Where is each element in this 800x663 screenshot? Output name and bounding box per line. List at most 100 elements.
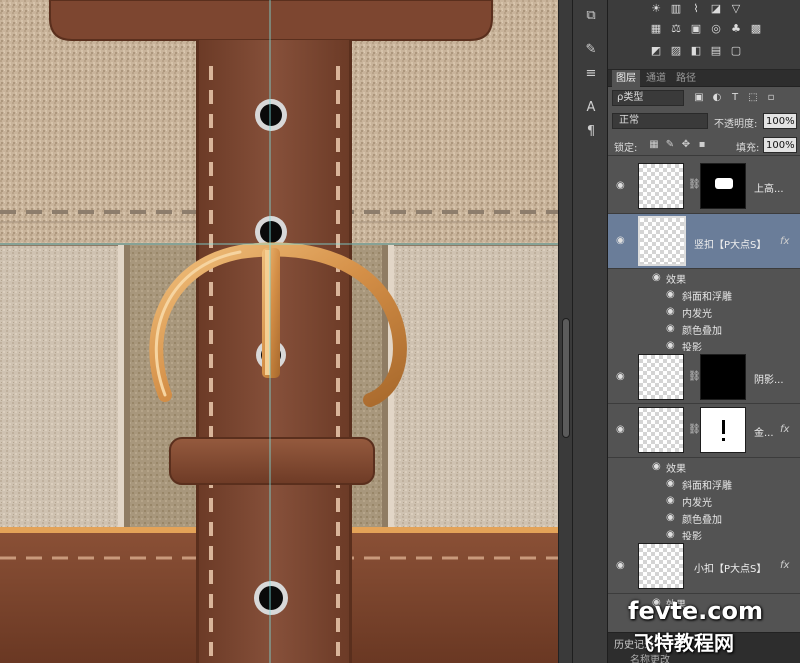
tab-layers[interactable]: 图层	[612, 70, 640, 87]
eye-icon[interactable]: ◉	[652, 273, 666, 283]
layer-mask-thumbnail[interactable]	[700, 163, 746, 209]
canvas-scrollbar[interactable]	[558, 0, 572, 663]
shape-filter-icon[interactable]: ⬚	[746, 91, 760, 105]
eye-icon[interactable]: ◉	[666, 290, 680, 300]
layer-row[interactable]: ◉ ⛓ 阴影...	[608, 351, 800, 404]
eye-icon[interactable]: ◉	[616, 236, 630, 246]
exposure-icon[interactable]: ◪	[708, 2, 724, 16]
adjustment-filter-icon[interactable]: ◐	[710, 91, 724, 105]
smart-object-filter-icon[interactable]: ▫	[764, 91, 778, 105]
eye-icon[interactable]: ◉	[616, 425, 630, 435]
history-item[interactable]: 名称更改	[630, 651, 670, 663]
layer-row[interactable]: ◉ ⛓ 金... fx	[608, 404, 800, 458]
history-panel-icon[interactable]: ⧉	[580, 6, 602, 26]
fx-icon[interactable]: fx	[780, 560, 789, 571]
effect-item[interactable]: ◉ 斜面和浮雕	[608, 475, 800, 493]
gradient-map-icon[interactable]: ▤	[708, 44, 724, 58]
eye-icon[interactable]: ◉	[666, 324, 680, 334]
layers-list: ◉ ⛓ 上高... ◉ 竖扣【P大点S】 fx ◉ 效果 ◉ 斜面和浮雕 ◉ 内…	[608, 157, 800, 630]
layer-row[interactable]: ◉ 小扣【P大点S】 fx	[608, 540, 800, 594]
pixel-filter-icon[interactable]: ▣	[692, 91, 706, 105]
layer-mask-thumbnail[interactable]	[700, 407, 746, 453]
effect-item[interactable]: ◉ 斜面和浮雕	[608, 286, 800, 304]
layers-panel: ☀ ▥ ⌇ ◪ ▽ ▦ ⚖ ▣ ◎ ♣ ▩ ◩ ▨ ◧ ▤ ▢ 图层 通道 路径…	[608, 0, 800, 663]
color-balance-icon[interactable]: ⚖	[668, 22, 684, 36]
layer-name[interactable]: 小扣【P大点S】	[694, 560, 766, 575]
blend-mode-select[interactable]: 正常	[612, 113, 708, 129]
eye-icon[interactable]: ◉	[652, 598, 666, 608]
brush-preset-icon[interactable]: ✎	[580, 40, 602, 60]
channel-mixer-icon[interactable]: ♣	[728, 22, 744, 36]
threshold-icon[interactable]: ◧	[688, 44, 704, 58]
eye-icon[interactable]: ◉	[666, 479, 680, 489]
tab-paths[interactable]: 路径	[672, 70, 700, 87]
filter-row: ρ类型 ▣ ◐ T ⬚ ▫	[608, 87, 800, 109]
effect-item[interactable]: ◉ 颜色叠加	[608, 509, 800, 527]
layer-name[interactable]: 上高...	[754, 180, 784, 195]
lock-position-icon[interactable]: ✥	[680, 139, 692, 151]
layer-row-selected[interactable]: ◉ 竖扣【P大点S】 fx	[608, 214, 800, 269]
filter-kind-select[interactable]: ρ类型	[612, 90, 684, 106]
effect-item[interactable]: ◉ 内发光	[608, 303, 800, 321]
effects-label: 效果	[666, 600, 686, 611]
document-canvas[interactable]	[0, 0, 558, 663]
eye-icon[interactable]: ◉	[666, 513, 680, 523]
hue-sat-icon[interactable]: ▦	[648, 22, 664, 36]
effect-item[interactable]: ◉ 内发光	[608, 492, 800, 510]
effects-label: 效果	[666, 464, 686, 475]
layer-thumbnail	[638, 216, 686, 266]
eye-icon[interactable]: ◉	[616, 372, 630, 382]
effect-label: 斜面和浮雕	[682, 292, 732, 303]
adjustments-panel: ☀ ▥ ⌇ ◪ ▽ ▦ ⚖ ▣ ◎ ♣ ▩ ◩ ▨ ◧ ▤ ▢	[608, 0, 800, 70]
layer-name[interactable]: 金...	[754, 424, 774, 439]
photo-filter-icon[interactable]: ◎	[708, 22, 724, 36]
type-filter-icon[interactable]: T	[728, 91, 742, 105]
layer-name[interactable]: 竖扣【P大点S】	[694, 236, 766, 251]
eye-icon[interactable]: ◉	[666, 341, 680, 351]
layer-mask-thumbnail[interactable]	[700, 354, 746, 400]
paragraph-icon[interactable]: ¶	[580, 122, 602, 142]
eye-icon[interactable]: ◉	[666, 307, 680, 317]
fx-icon[interactable]: fx	[780, 424, 789, 435]
brush-settings-icon[interactable]: ≡	[580, 64, 602, 84]
link-icon[interactable]: ⛓	[688, 424, 701, 435]
history-tab-label[interactable]: 历史记录	[614, 636, 654, 651]
layer-row[interactable]: ◉ ⛓ 上高...	[608, 157, 800, 214]
lock-pixels-icon[interactable]: ✎	[664, 139, 676, 151]
scrollbar-thumb[interactable]	[562, 318, 570, 438]
tab-channels[interactable]: 通道	[642, 70, 670, 87]
curves-icon[interactable]: ⌇	[688, 2, 704, 16]
layer-thumbnail	[638, 163, 684, 209]
effects-label: 效果	[666, 275, 686, 286]
opacity-field[interactable]: 100%	[763, 113, 797, 129]
link-icon[interactable]: ⛓	[688, 179, 701, 190]
eye-icon[interactable]: ◉	[652, 462, 666, 472]
belt-artwork	[0, 0, 558, 663]
lock-transparent-icon[interactable]: ▦	[648, 139, 660, 151]
effect-label: 颜色叠加	[682, 515, 722, 526]
history-panel[interactable]: 历史记录 名称更改	[608, 632, 800, 663]
panel-icon-strip: ⧉ ✎ ≡ A ¶	[572, 0, 608, 663]
eye-icon[interactable]: ◉	[666, 530, 680, 540]
invert-icon[interactable]: ◩	[648, 44, 664, 58]
selective-color-icon[interactable]: ▢	[728, 44, 744, 58]
brightness-icon[interactable]: ☀	[648, 2, 664, 16]
effect-label: 内发光	[682, 498, 712, 509]
vibrance-icon[interactable]: ▽	[728, 2, 744, 16]
effects-group: ◉ 效果	[608, 269, 800, 287]
fill-field[interactable]: 100%	[763, 137, 797, 153]
lock-all-icon[interactable]: ▪	[696, 139, 708, 151]
posterize-icon[interactable]: ▨	[668, 44, 684, 58]
effect-item[interactable]: ◉ 颜色叠加	[608, 320, 800, 338]
link-icon[interactable]: ⛓	[688, 371, 701, 382]
layer-name[interactable]: 阴影...	[754, 371, 784, 386]
eye-icon[interactable]: ◉	[666, 496, 680, 506]
opacity-label: 不透明度:	[714, 119, 758, 130]
fx-icon[interactable]: fx	[780, 236, 789, 247]
eye-icon[interactable]: ◉	[616, 561, 630, 571]
levels-icon[interactable]: ▥	[668, 2, 684, 16]
color-lookup-icon[interactable]: ▩	[748, 22, 764, 36]
character-icon[interactable]: A	[580, 98, 602, 118]
eye-icon[interactable]: ◉	[616, 181, 630, 191]
bw-icon[interactable]: ▣	[688, 22, 704, 36]
